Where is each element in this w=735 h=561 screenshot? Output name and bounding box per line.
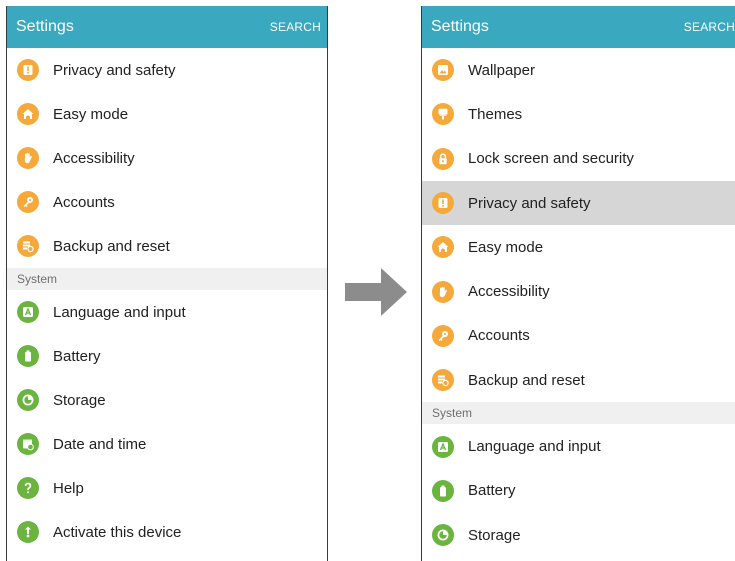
- settings-item-label: Accessibility: [53, 149, 135, 167]
- settings-item-accessibility[interactable]: Accessibility: [422, 269, 735, 314]
- page-title: Settings: [431, 18, 489, 35]
- settings-item-wallpaper[interactable]: Wallpaper: [422, 48, 735, 93]
- settings-item-label: Storage: [468, 526, 521, 544]
- accounts-icon: [432, 324, 454, 347]
- accounts-icon: [17, 191, 39, 213]
- settings-item-battery[interactable]: Battery: [422, 468, 735, 513]
- settings-item-accounts[interactable]: Accounts: [7, 180, 327, 224]
- settings-item-language[interactable]: Language and input: [422, 424, 735, 469]
- settings-item-language[interactable]: Language and input: [7, 290, 327, 334]
- settings-item-label: Privacy and safety: [53, 61, 176, 79]
- app-header: Settings SEARCH: [422, 6, 735, 48]
- settings-item-storage[interactable]: Storage: [422, 512, 735, 558]
- settings-item-privacy[interactable]: Privacy and safety: [7, 48, 327, 92]
- settings-item-battery[interactable]: Battery: [7, 334, 327, 378]
- battery-icon: [432, 479, 454, 502]
- settings-item-accessibility[interactable]: Accessibility: [7, 136, 327, 180]
- settings-item-label: Backup and reset: [468, 371, 585, 389]
- privacy-icon: [432, 192, 454, 215]
- help-icon: [17, 477, 39, 499]
- settings-item-storage[interactable]: Storage: [7, 378, 327, 422]
- settings-item-label: Storage: [53, 391, 106, 409]
- settings-item-easy-mode[interactable]: Easy mode: [422, 225, 735, 270]
- settings-item-label: Language and input: [53, 303, 186, 321]
- settings-item-label: Privacy and safety: [468, 194, 591, 212]
- storage-icon: [17, 389, 39, 411]
- backup-icon: [432, 369, 454, 392]
- settings-item-lock-screen[interactable]: Lock screen and security: [422, 136, 735, 181]
- accessibility-icon: [17, 147, 39, 169]
- settings-item-date-time[interactable]: Date and time: [7, 422, 327, 466]
- right-arrow-icon: [345, 268, 407, 316]
- settings-item-help[interactable]: Help: [7, 466, 327, 510]
- settings-item-backup[interactable]: Backup and reset: [422, 358, 735, 403]
- storage-icon: [432, 524, 454, 547]
- settings-item-privacy[interactable]: Privacy and safety: [422, 180, 735, 226]
- app-header: Settings SEARCH: [7, 6, 327, 48]
- settings-item-label: Activate this device: [53, 523, 182, 541]
- settings-item-label: Accounts: [468, 327, 530, 345]
- settings-item-label: Battery: [53, 347, 101, 365]
- section-header-system: System: [7, 268, 327, 290]
- battery-icon: [17, 345, 39, 367]
- lock-icon: [432, 147, 454, 170]
- backup-icon: [17, 235, 39, 257]
- accessibility-icon: [432, 280, 454, 303]
- settings-item-label: Accessibility: [468, 283, 550, 301]
- section-header-system: System: [422, 402, 735, 425]
- page-title: Settings: [16, 18, 74, 35]
- settings-item-accounts[interactable]: Accounts: [422, 313, 735, 359]
- settings-item-label: Accounts: [53, 193, 115, 211]
- easy-mode-icon: [432, 236, 454, 259]
- language-icon: [432, 435, 454, 458]
- settings-item-label: Wallpaper: [468, 61, 535, 79]
- date-time-icon: [17, 433, 39, 455]
- settings-item-label: Help: [53, 479, 84, 497]
- language-icon: [17, 301, 39, 323]
- settings-item-label: Themes: [468, 105, 523, 123]
- search-button[interactable]: SEARCH: [270, 20, 327, 34]
- easy-mode-icon: [17, 103, 39, 125]
- settings-screen-before: Settings SEARCH Privacy and safety Easy …: [6, 6, 328, 561]
- settings-item-label: Language and input: [468, 438, 601, 456]
- activate-icon: [17, 521, 39, 543]
- settings-item-label: Easy mode: [53, 105, 129, 123]
- settings-item-label: Date and time: [53, 435, 147, 453]
- wallpaper-icon: [432, 59, 454, 82]
- settings-item-backup[interactable]: Backup and reset: [7, 224, 327, 268]
- settings-item-label: Battery: [468, 482, 516, 500]
- settings-item-activate[interactable]: Activate this device: [7, 510, 327, 554]
- settings-item-easy-mode[interactable]: Easy mode: [7, 92, 327, 136]
- settings-item-themes[interactable]: Themes: [422, 92, 735, 137]
- settings-item-label: Easy mode: [468, 238, 544, 256]
- settings-screen-after: Settings SEARCH Wallpaper Themes Lock sc…: [421, 6, 735, 561]
- themes-icon: [432, 103, 454, 126]
- privacy-icon: [17, 59, 39, 81]
- settings-item-label: Backup and reset: [53, 237, 170, 255]
- search-button[interactable]: SEARCH: [684, 20, 735, 34]
- settings-item-label: Lock screen and security: [468, 150, 634, 168]
